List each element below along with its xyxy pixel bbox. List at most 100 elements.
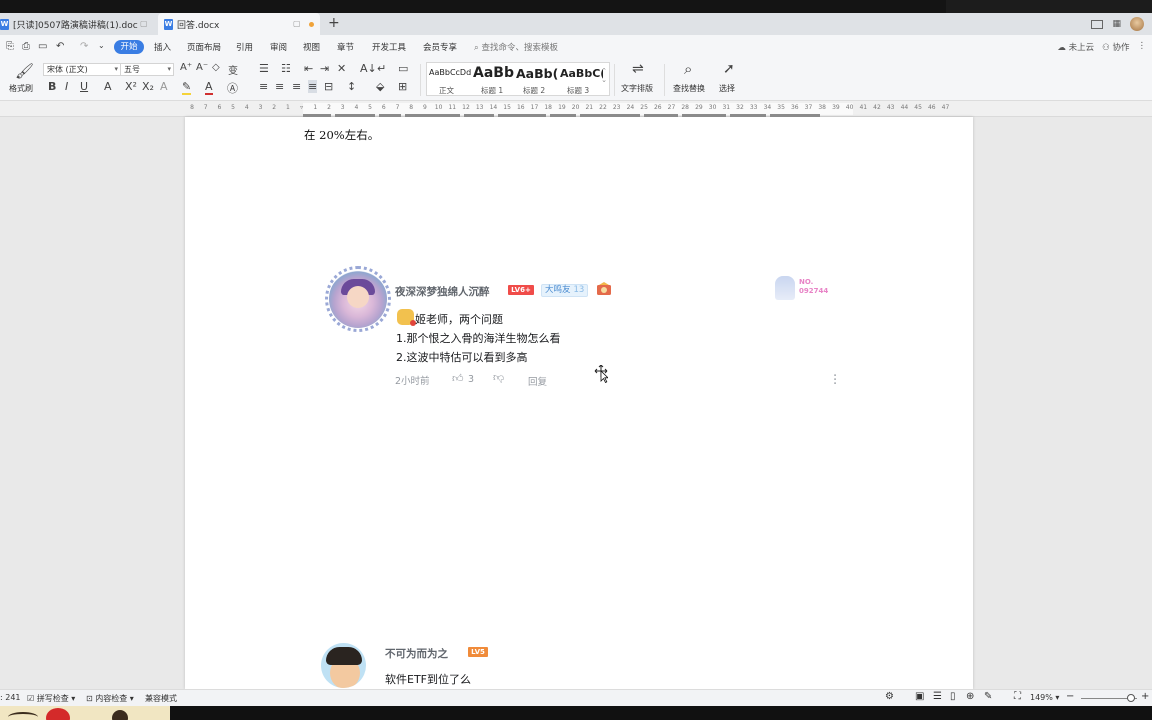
underline-icon[interactable]: U: [80, 80, 88, 93]
select-label[interactable]: 选择: [719, 83, 735, 94]
shading-icon[interactable]: ⬙: [376, 80, 384, 93]
zoom-in-icon[interactable]: +: [1141, 691, 1149, 702]
layout-icon[interactable]: [1091, 19, 1104, 29]
content-check-toggle[interactable]: ⊡ 内容检查 ▾: [86, 693, 134, 704]
clear-format-icon[interactable]: ◇: [212, 62, 220, 73]
distribute-icon[interactable]: ⊟: [324, 80, 333, 93]
reading-view-icon[interactable]: ▯: [950, 691, 956, 702]
grow-font-icon[interactable]: A⁺: [180, 62, 192, 73]
show-marks-icon[interactable]: ↵: [377, 62, 386, 75]
print-icon[interactable]: ⎙: [22, 41, 30, 52]
borders-icon[interactable]: ⊞: [398, 80, 407, 93]
eye-protect-icon[interactable]: ⚙: [885, 691, 894, 702]
italic-icon[interactable]: I: [65, 80, 68, 93]
font-name-select[interactable]: 宋体 (正文) ▾: [43, 63, 121, 76]
text-layout-label[interactable]: 文字排版: [621, 83, 653, 94]
increase-indent-icon[interactable]: ⇥: [320, 62, 329, 75]
separator: [664, 64, 665, 96]
format-painter-label[interactable]: 格式刷: [9, 83, 33, 94]
search-icon[interactable]: ⌕: [684, 60, 692, 78]
close-icon[interactable]: ▢: [293, 19, 301, 28]
preview-icon[interactable]: ▭: [38, 41, 47, 52]
save-icon[interactable]: ⎘: [6, 41, 14, 52]
bullet-list-icon[interactable]: ☰: [259, 62, 269, 75]
ruler-icon[interactable]: ▭: [398, 62, 408, 75]
font-size-select[interactable]: 五号 ▾: [120, 63, 174, 76]
subscript-icon[interactable]: X₂: [142, 80, 154, 93]
zoom-slider-handle[interactable]: [1127, 694, 1135, 702]
line-spacing-icon[interactable]: ↕: [347, 80, 356, 93]
unsaved-dot: [309, 22, 314, 27]
shrink-font-icon[interactable]: A⁻: [196, 62, 208, 73]
style-normal[interactable]: AaBbCcDd 正文: [427, 63, 471, 95]
align-center-icon[interactable]: ≡: [275, 80, 284, 93]
new-tab-button[interactable]: +: [328, 15, 340, 31]
grid-icon[interactable]: ▦: [1112, 19, 1121, 29]
bold-icon[interactable]: B: [48, 80, 56, 93]
align-left-icon[interactable]: ≡: [259, 80, 268, 93]
fit-page-icon[interactable]: ⛶: [1014, 691, 1021, 702]
menu-references[interactable]: 引用: [236, 41, 253, 53]
cloud-status-label: 未上云: [1068, 43, 1095, 53]
style-heading-1[interactable]: AaBb 标题 1: [471, 63, 515, 95]
style-scroll-icon[interactable]: ⌃ ⌄: [601, 67, 607, 85]
menu-view[interactable]: 视图: [303, 41, 320, 53]
write-view-icon[interactable]: ✎: [984, 691, 992, 702]
phonetic-icon[interactable]: 变: [228, 62, 238, 77]
chinese-layout-icon[interactable]: ✕: [337, 62, 346, 75]
more-icon[interactable]: ⋮: [1138, 41, 1147, 53]
menu-page-layout[interactable]: 页面布局: [187, 41, 221, 53]
ruler-tick: 3: [258, 104, 263, 111]
ruler-tick: 36: [790, 104, 799, 111]
menu-start[interactable]: 开始: [114, 40, 144, 54]
menu-developer[interactable]: 开发工具: [372, 41, 406, 53]
spell-check-toggle[interactable]: ☑ 拼写检查 ▾: [27, 693, 75, 704]
menu-review[interactable]: 审阅: [270, 41, 287, 53]
redo-icon[interactable]: ↷: [80, 41, 88, 52]
undo-icon[interactable]: ↶: [56, 41, 64, 52]
page-view-icon[interactable]: ▣: [915, 691, 924, 702]
search-placeholder: 查找命令、搜索模板: [481, 43, 558, 53]
comment-time: 2小时前: [395, 376, 430, 387]
highlight-icon[interactable]: ✎: [182, 80, 192, 95]
text-layout-icon[interactable]: ⇌: [632, 61, 644, 77]
numbered-list-icon[interactable]: ☷: [281, 62, 291, 75]
font-color-icon[interactable]: A: [205, 80, 213, 95]
format-painter-icon[interactable]: 🖌: [15, 62, 34, 80]
decrease-indent-icon[interactable]: ⇤: [304, 62, 313, 75]
avatar[interactable]: [1130, 17, 1144, 31]
tab-readonly-doc[interactable]: W [只读]0507路演稿讲稿(1).doc ▢: [0, 13, 152, 35]
strikethrough-icon[interactable]: A: [104, 80, 112, 93]
find-replace-label[interactable]: 查找替换: [673, 83, 705, 94]
menu-member[interactable]: 会员专享: [423, 41, 457, 53]
sort-icon[interactable]: A↓: [360, 62, 377, 75]
command-search[interactable]: ⌕ 查找命令、搜索模板: [474, 41, 558, 53]
superscript-icon[interactable]: X²: [125, 80, 137, 93]
cloud-status-button[interactable]: ☁ 未上云: [1057, 41, 1094, 53]
tab-active-doc[interactable]: W 回答.docx ▢: [158, 13, 320, 35]
document-tab-bar: W [只读]0507路演稿讲稿(1).doc ▢ W 回答.docx ▢ + ▦: [0, 13, 1152, 35]
ruler-tick: 13: [475, 104, 484, 111]
wps-writer-window: W [只读]0507路演稿讲稿(1).doc ▢ W 回答.docx ▢ + ▦…: [0, 0, 1152, 720]
word-count[interactable]: : 241: [0, 693, 21, 702]
char-border-icon[interactable]: Ⓐ: [227, 80, 238, 96]
close-icon[interactable]: ▢: [140, 19, 148, 28]
style-heading-2[interactable]: AaBb( 标题 2: [515, 63, 559, 95]
menu-insert[interactable]: 插入: [154, 41, 171, 53]
zoom-out-icon[interactable]: −: [1066, 691, 1074, 702]
chevron-down-icon[interactable]: ⌄: [98, 41, 105, 50]
select-cursor-icon[interactable]: ➚: [723, 61, 735, 77]
align-right-icon[interactable]: ≡: [292, 80, 301, 93]
zoom-level[interactable]: 149% ▾: [1030, 693, 1059, 702]
style-heading-3[interactable]: AaBbC( 标题 3: [559, 63, 603, 95]
outline-view-icon[interactable]: ☰: [933, 691, 942, 702]
collab-button[interactable]: ⚇ 协作: [1102, 41, 1129, 53]
reply-link: 回复: [528, 377, 548, 388]
menu-chapter[interactable]: 章节: [337, 41, 354, 53]
justify-icon[interactable]: ≡: [308, 80, 318, 93]
text-effect-icon[interactable]: A: [160, 80, 168, 93]
web-view-icon[interactable]: ⊕: [966, 691, 974, 702]
ruler-tick: 24: [626, 104, 635, 111]
menu-bar: ⎘ ⎙ ▭ ↶ ↷ ⌄ 开始 插入 页面布局 引用 审阅 视图 章节 开发工具 …: [0, 35, 1152, 59]
document-page[interactable]: 在 20%左右。 夜深深梦独绵人沉醉 LV6+ 大鸣友 13 NO. 092744: [185, 114, 973, 689]
